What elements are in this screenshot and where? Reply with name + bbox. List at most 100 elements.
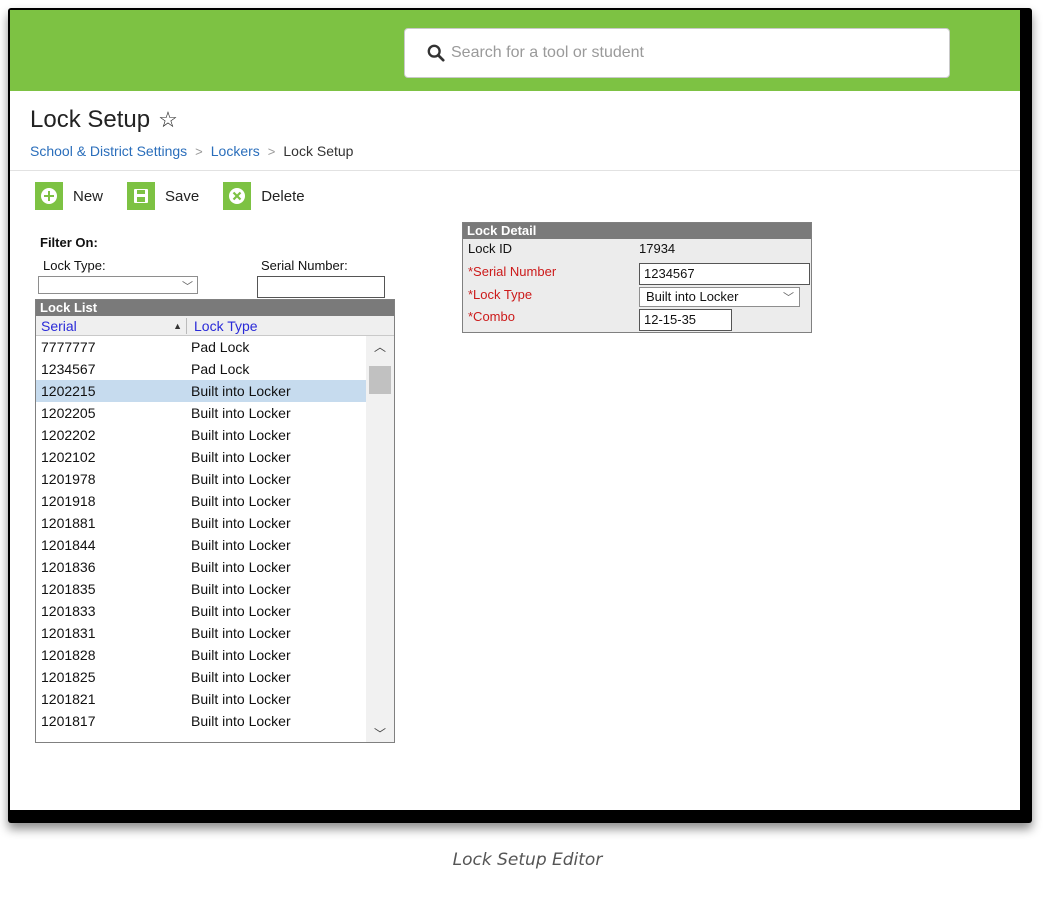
lock-type-cell: Built into Locker: [191, 691, 291, 707]
table-row[interactable]: 1201918 Built into Locker: [36, 490, 366, 512]
save-disk-icon: [127, 182, 156, 210]
lock-detail-title: Lock Detail: [463, 223, 811, 239]
save-button[interactable]: Save: [127, 182, 199, 210]
breadcrumb-separator-icon: >: [267, 143, 276, 159]
lock-type-select[interactable]: Built into Locker ﹀: [639, 287, 800, 307]
top-bar: [10, 10, 1020, 91]
delete-button-label: Delete: [261, 187, 305, 205]
scroll-down-icon[interactable]: ﹀: [374, 725, 386, 742]
column-header-serial-label: Serial: [41, 317, 77, 334]
table-row[interactable]: 1201828 Built into Locker: [36, 644, 366, 666]
scroll-up-icon[interactable]: ︿: [374, 338, 386, 355]
lock-type-cell: Built into Locker: [191, 713, 291, 729]
lock-type-cell: Built into Locker: [191, 537, 291, 553]
serial-number-label: *Serial Number: [468, 264, 557, 279]
combo-label: *Combo: [468, 309, 515, 324]
table-row[interactable]: 1201833 Built into Locker: [36, 600, 366, 622]
serial-number-input[interactable]: 1234567: [639, 263, 810, 285]
serial-cell: 1201831: [41, 625, 96, 641]
search-box[interactable]: [404, 28, 950, 78]
serial-cell: 1201918: [41, 493, 96, 509]
column-header-lock-type[interactable]: Lock Type: [186, 317, 258, 334]
search-icon: [427, 44, 445, 62]
scrollbar-thumb[interactable]: [369, 366, 391, 394]
serial-cell: 1201828: [41, 647, 96, 663]
new-button-label: New: [73, 187, 104, 205]
app-window: Lock Setup ☆ School & District Settings …: [10, 10, 1020, 810]
serial-cell: 1202202: [41, 427, 96, 443]
breadcrumb-separator-icon: >: [195, 143, 203, 159]
lock-type-cell: Built into Locker: [191, 427, 291, 443]
lock-type-cell: Built into Locker: [191, 515, 291, 531]
page-title: Lock Setup: [30, 106, 151, 133]
table-row[interactable]: 7777777 Pad Lock: [36, 336, 366, 358]
breadcrumb-current: Lock Setup: [283, 143, 354, 159]
lock-list-rows: 7777777 Pad Lock 1234567 Pad Lock 1202215 Bui…: [36, 336, 394, 742]
lock-id-label: Lock ID: [468, 241, 513, 256]
table-row[interactable]: 1202202 Built into Locker: [36, 424, 366, 446]
table-row[interactable]: 1201825 Built into Locker: [36, 666, 366, 688]
lock-type-cell: Built into Locker: [191, 581, 291, 597]
toolbar: New Save Delete: [35, 182, 329, 210]
lock-type-filter-label: Lock Type:: [43, 258, 106, 273]
breadcrumb-link-school-district-settings[interactable]: School & District Settings: [30, 143, 187, 159]
table-row[interactable]: 1201817 Built into Locker: [36, 710, 366, 732]
table-row[interactable]: 1201978 Built into Locker: [36, 468, 366, 490]
sort-ascending-icon: ▲: [173, 320, 182, 331]
plus-circle-icon: [35, 182, 63, 210]
lock-list-scrollbar[interactable]: ︿ ﹀: [366, 336, 394, 742]
serial-cell: 1201844: [41, 537, 96, 553]
serial-cell: 1201833: [41, 603, 96, 619]
lock-id-value: 17934: [639, 241, 676, 256]
page-title-container: Lock Setup ☆: [30, 106, 178, 134]
table-row[interactable]: 1202102 Built into Locker: [36, 446, 366, 468]
lock-type-cell: Built into Locker: [191, 405, 291, 421]
serial-cell: 1202102: [41, 449, 96, 465]
lock-type-cell: Built into Locker: [191, 559, 291, 575]
lock-type-cell: Built into Locker: [191, 603, 291, 619]
search-input[interactable]: [451, 44, 931, 62]
new-button[interactable]: New: [35, 182, 103, 210]
lock-type-cell: Pad Lock: [191, 339, 250, 355]
star-icon[interactable]: ☆: [158, 107, 178, 133]
serial-cell: 1201978: [41, 471, 96, 487]
lock-list-title: Lock List: [36, 300, 394, 316]
lock-type-cell: Built into Locker: [191, 647, 291, 663]
serial-cell: 1202205: [41, 405, 96, 421]
serial-cell: 1201835: [41, 581, 96, 597]
table-row[interactable]: 1201831 Built into Locker: [36, 622, 366, 644]
lock-type-cell: Built into Locker: [191, 471, 291, 487]
breadcrumb-link-lockers[interactable]: Lockers: [211, 143, 260, 159]
table-row[interactable]: 1202215 Built into Locker: [36, 380, 366, 402]
table-row[interactable]: 1234567 Pad Lock: [36, 358, 366, 380]
serial-cell: 1201821: [41, 691, 96, 707]
lock-type-cell: Built into Locker: [191, 625, 291, 641]
serial-cell: 7777777: [41, 339, 96, 355]
lock-type-label: *Lock Type: [468, 287, 533, 302]
chevron-down-icon: ﹀: [783, 292, 794, 304]
delete-button[interactable]: Delete: [223, 182, 305, 210]
lock-type-cell: Built into Locker: [191, 449, 291, 465]
chevron-down-icon: ﹀: [182, 281, 193, 293]
lock-type-filter-select[interactable]: ﹀: [38, 276, 198, 294]
breadcrumb: School & District Settings > Lockers > L…: [30, 143, 353, 159]
table-row[interactable]: 1201835 Built into Locker: [36, 578, 366, 600]
combo-input[interactable]: 12-15-35: [639, 309, 732, 331]
serial-cell: 1201825: [41, 669, 96, 685]
table-row[interactable]: 1201844 Built into Locker: [36, 534, 366, 556]
table-row[interactable]: 1201821 Built into Locker: [36, 688, 366, 710]
table-row[interactable]: 1201881 Built into Locker: [36, 512, 366, 534]
lock-list-column-headers: Serial ▲ Lock Type: [36, 316, 394, 336]
lock-type-cell: Built into Locker: [191, 493, 291, 509]
serial-number-filter-input[interactable]: [257, 276, 385, 298]
column-header-serial[interactable]: Serial ▲: [36, 318, 186, 334]
delete-x-icon: [223, 182, 252, 210]
lock-type-cell: Pad Lock: [191, 361, 250, 377]
filter-title: Filter On:: [40, 235, 98, 250]
serial-cell: 1202215: [41, 383, 96, 399]
header-divider: [10, 170, 1020, 171]
table-row[interactable]: 1202205 Built into Locker: [36, 402, 366, 424]
serial-cell: 1201817: [41, 713, 96, 729]
table-row[interactable]: 1201836 Built into Locker: [36, 556, 366, 578]
serial-cell: 1201836: [41, 559, 96, 575]
